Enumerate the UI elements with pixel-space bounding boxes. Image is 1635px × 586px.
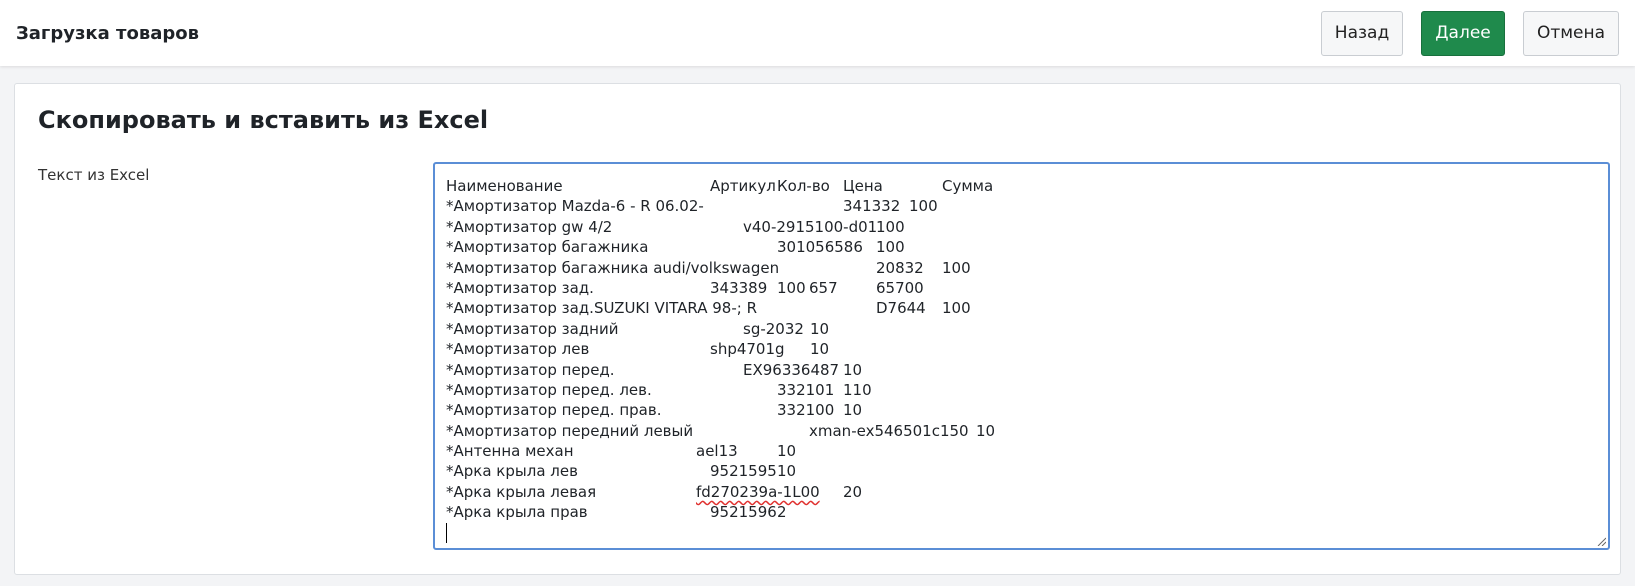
- cell-article: sg-2032: [743, 319, 804, 338]
- cell-article: 301056586: [777, 238, 863, 257]
- cell-name: *Амортизатор зад.SUZUKI VITARA 98-; R: [446, 299, 757, 318]
- cell-article: 332100: [777, 401, 835, 420]
- header-actions: Назад Далее Отмена: [1321, 10, 1619, 56]
- cell-name: *Амортизатор задний: [446, 319, 619, 338]
- cell-article: 9521595: [710, 462, 777, 481]
- cell-qty: 10: [810, 319, 830, 338]
- data-row: *Арка крыла прав 9521596 2: [446, 502, 1598, 522]
- cell-qty: 100: [942, 258, 971, 277]
- cell-qty: 2: [777, 503, 787, 522]
- cell-name: *Амортизатор перед. лев.: [446, 380, 652, 399]
- section-title: Скопировать и вставить из Excel: [38, 106, 489, 134]
- cell-article: Артикул: [710, 177, 776, 195]
- page-title: Загрузка товаров: [16, 22, 200, 44]
- data-row: *Амортизатор лев shp4701g 10: [446, 339, 1598, 359]
- data-row: *Арка крыла левая fd270239a-1L00 20: [446, 482, 1598, 502]
- data-row: *Амортизатор перед. прав. 332100 10: [446, 400, 1598, 420]
- data-row: *Антенна механ ael13 10: [446, 441, 1598, 461]
- data-row: *Амортизатор перед. EX96336487 10: [446, 360, 1598, 380]
- cell-article: 20832: [876, 258, 924, 277]
- cell-name: *Амортизатор передний левый: [446, 421, 694, 440]
- cell-name: *Арка крыла прав: [446, 503, 588, 522]
- data-row: *Амортизатор задний sg-2032 10: [446, 319, 1598, 339]
- header-row: Наименование Артикул Кол-во Цена Сумма: [446, 176, 1598, 196]
- cell-sum: 65700: [876, 278, 924, 297]
- cell-article: ael13: [696, 442, 738, 461]
- next-button[interactable]: Далее: [1421, 10, 1505, 56]
- top-bar: Загрузка товаров Назад Далее Отмена: [0, 0, 1635, 66]
- cell-name: *Амортизатор багажника audi/volkswagen: [446, 258, 780, 277]
- cell-qty: 10: [810, 340, 830, 359]
- cell-qty: 10: [843, 401, 863, 420]
- cell-qty: 20: [843, 482, 863, 501]
- cell-qty: 10: [777, 462, 797, 481]
- data-row: *Амортизатор зад. 343389 100 657 65700: [446, 278, 1598, 298]
- cell-price: Цена: [843, 177, 883, 195]
- cell-name: *Арка крыла лев: [446, 462, 578, 481]
- data-row: *Амортизатор зад.SUZUKI VITARA 98-; R D76…: [446, 298, 1598, 318]
- paste-from-excel-card: Скопировать и вставить из Excel Текст из…: [14, 83, 1621, 575]
- data-row: *Арка крыла лев 9521595 10: [446, 461, 1598, 481]
- cell-article: fd270239a-1L00: [696, 482, 820, 501]
- cell-name: *Антенна механ: [446, 442, 574, 461]
- data-row: *Амортизатор багажника audi/volkswagen 20…: [446, 258, 1598, 278]
- cell-article: shp4701g: [710, 340, 785, 359]
- cell-qty: Кол-во: [777, 177, 830, 195]
- excel-text-label: Текст из Excel: [38, 166, 150, 184]
- cell-sum: Сумма: [942, 177, 994, 195]
- data-row: *Амортизатор багажника 301056586 100: [446, 237, 1598, 257]
- cell-article: D7644: [876, 299, 926, 318]
- cell-name: *Амортизатор gw 4/2: [446, 217, 613, 236]
- cell-name: *Амортизатор перед.: [446, 360, 615, 379]
- resize-handle-icon[interactable]: [1596, 536, 1606, 546]
- back-button[interactable]: Назад: [1321, 10, 1403, 56]
- excel-text-input[interactable]: Наименование Артикул Кол-во Цена Сумма *Аморт…: [433, 162, 1610, 550]
- cell-name: *Арка крыла левая: [446, 482, 597, 501]
- pasted-rows: Наименование Артикул Кол-во Цена Сумма *Аморт…: [446, 176, 1598, 523]
- cell-qty: 100: [942, 299, 971, 318]
- cell-name: *Амортизатор багажника: [446, 238, 649, 257]
- data-row: *Амортизатор передний левый xman-ex546501…: [446, 421, 1598, 441]
- text-caret: [446, 522, 447, 543]
- cell-name: *Амортизатор Mazda-6 - R 06.02-: [446, 197, 704, 216]
- cell-price: 657: [809, 278, 838, 297]
- cell-article: 341332: [843, 197, 901, 216]
- cell-qty: 10: [843, 360, 863, 379]
- cancel-button[interactable]: Отмена: [1523, 10, 1619, 56]
- cell-article: 343389: [710, 278, 768, 297]
- cell-qty: 100: [909, 197, 938, 216]
- cell-qty: 10: [777, 442, 797, 461]
- cell-name: *Амортизатор лев: [446, 340, 590, 359]
- data-row: *Амортизатор Mazda-6 - R 06.02- 341332 100: [446, 196, 1598, 216]
- data-row: *Амортизатор gw 4/2 v40-2915100-d01 100: [446, 217, 1598, 237]
- cell-name: *Амортизатор зад.: [446, 278, 594, 297]
- cell-article: 332101: [777, 380, 835, 399]
- cell-article: xman-ex546501c150: [809, 421, 969, 440]
- cell-qty: 100: [876, 238, 905, 257]
- cell-qty: 110: [843, 380, 872, 399]
- cell-name: *Амортизатор перед. прав.: [446, 401, 662, 420]
- cell-name: Наименование: [446, 177, 563, 195]
- cell-article: v40-2915100-d01: [743, 217, 878, 236]
- cell-qty: 100: [777, 278, 806, 297]
- data-row: *Амортизатор перед. лев. 332101 110: [446, 380, 1598, 400]
- cell-article: 9521596: [710, 503, 777, 522]
- cell-article: EX96336487: [743, 360, 840, 379]
- cell-qty: 10: [976, 421, 996, 440]
- cell-qty: 100: [876, 217, 905, 236]
